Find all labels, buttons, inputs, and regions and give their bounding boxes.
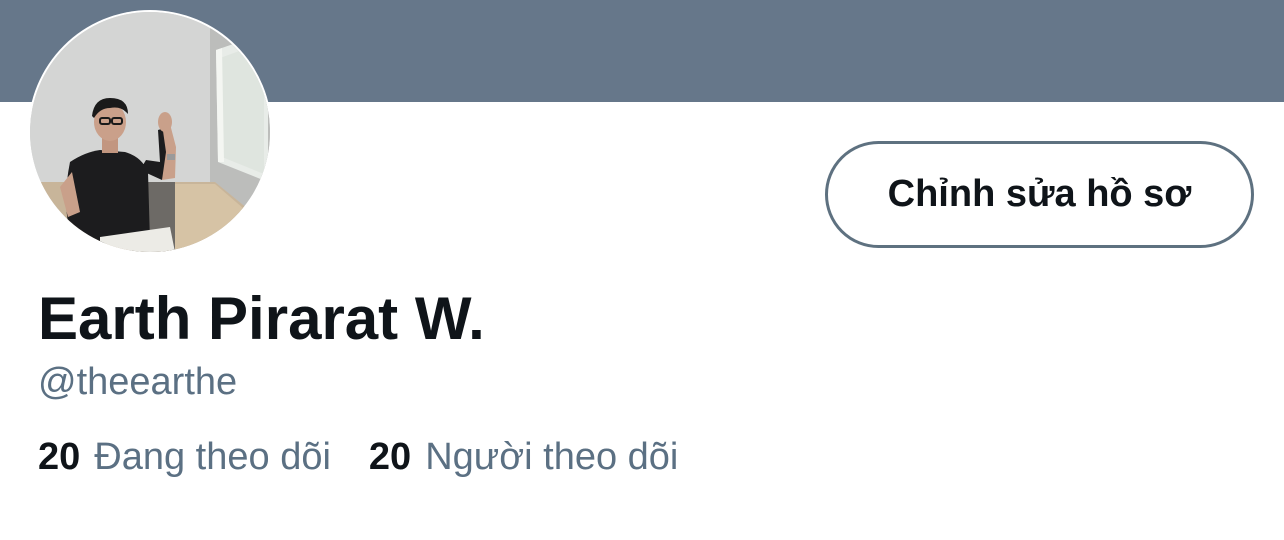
following-stat[interactable]: 20 Đang theo dõi (38, 436, 331, 479)
profile-header: Chỉnh sửa hồ sơ Earth Pirarat W. @theear… (0, 0, 1284, 540)
edit-profile-button[interactable]: Chỉnh sửa hồ sơ (825, 141, 1254, 248)
follow-stats: 20 Đang theo dõi 20 Người theo dõi (38, 436, 678, 479)
avatar[interactable] (28, 10, 272, 254)
following-label: Đang theo dõi (94, 436, 331, 478)
username-handle: @theearthe (38, 361, 238, 403)
followers-stat[interactable]: 20 Người theo dõi (369, 436, 678, 479)
followers-label: Người theo dõi (425, 436, 679, 478)
following-count: 20 (38, 436, 81, 478)
followers-count: 20 (368, 436, 412, 478)
display-name: Earth Pirarat W. (38, 285, 485, 352)
avatar-photo (30, 12, 270, 252)
